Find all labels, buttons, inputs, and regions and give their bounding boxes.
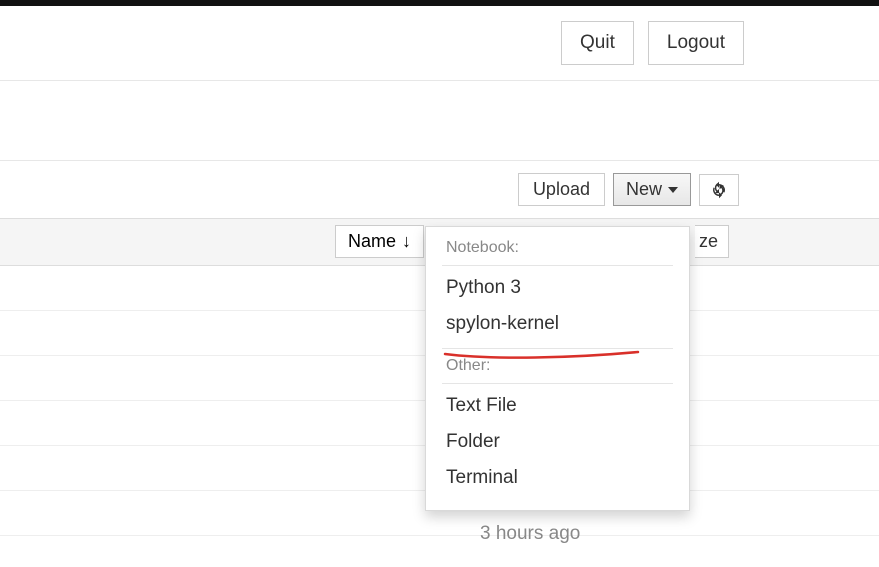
name-col-label: Name: [348, 231, 396, 252]
divider: [442, 265, 673, 266]
upload-button[interactable]: Upload: [518, 173, 605, 206]
new-dropdown-menu: Notebook: Python 3 spylon-kernel Other: …: [425, 226, 690, 511]
dropdown-item-textfile[interactable]: Text File: [426, 388, 689, 424]
divider: [442, 348, 673, 349]
timestamp-text: 3 hours ago: [480, 523, 580, 545]
header: Quit Logout: [0, 6, 879, 81]
tab-area: [0, 81, 879, 161]
dropdown-item-terminal[interactable]: Terminal: [426, 460, 689, 496]
name-sort-button[interactable]: Name ↓: [335, 225, 424, 258]
size-col-label: ze: [695, 225, 729, 258]
dropdown-section-other: Other:: [426, 353, 689, 377]
toolbar: Upload New: [0, 161, 879, 218]
logout-button[interactable]: Logout: [648, 21, 744, 65]
divider: [442, 383, 673, 384]
dropdown-item-spylon-kernel[interactable]: spylon-kernel: [426, 306, 689, 342]
dropdown-section-notebook: Notebook:: [426, 235, 689, 259]
chevron-down-icon: [668, 187, 678, 193]
arrow-down-icon: ↓: [402, 231, 411, 252]
dropdown-item-python3[interactable]: Python 3: [426, 270, 689, 306]
refresh-button[interactable]: [699, 174, 739, 206]
refresh-icon: [710, 181, 728, 199]
new-dropdown-button[interactable]: New: [613, 173, 691, 206]
new-label: New: [626, 179, 662, 200]
dropdown-item-folder[interactable]: Folder: [426, 424, 689, 460]
quit-button[interactable]: Quit: [561, 21, 634, 65]
